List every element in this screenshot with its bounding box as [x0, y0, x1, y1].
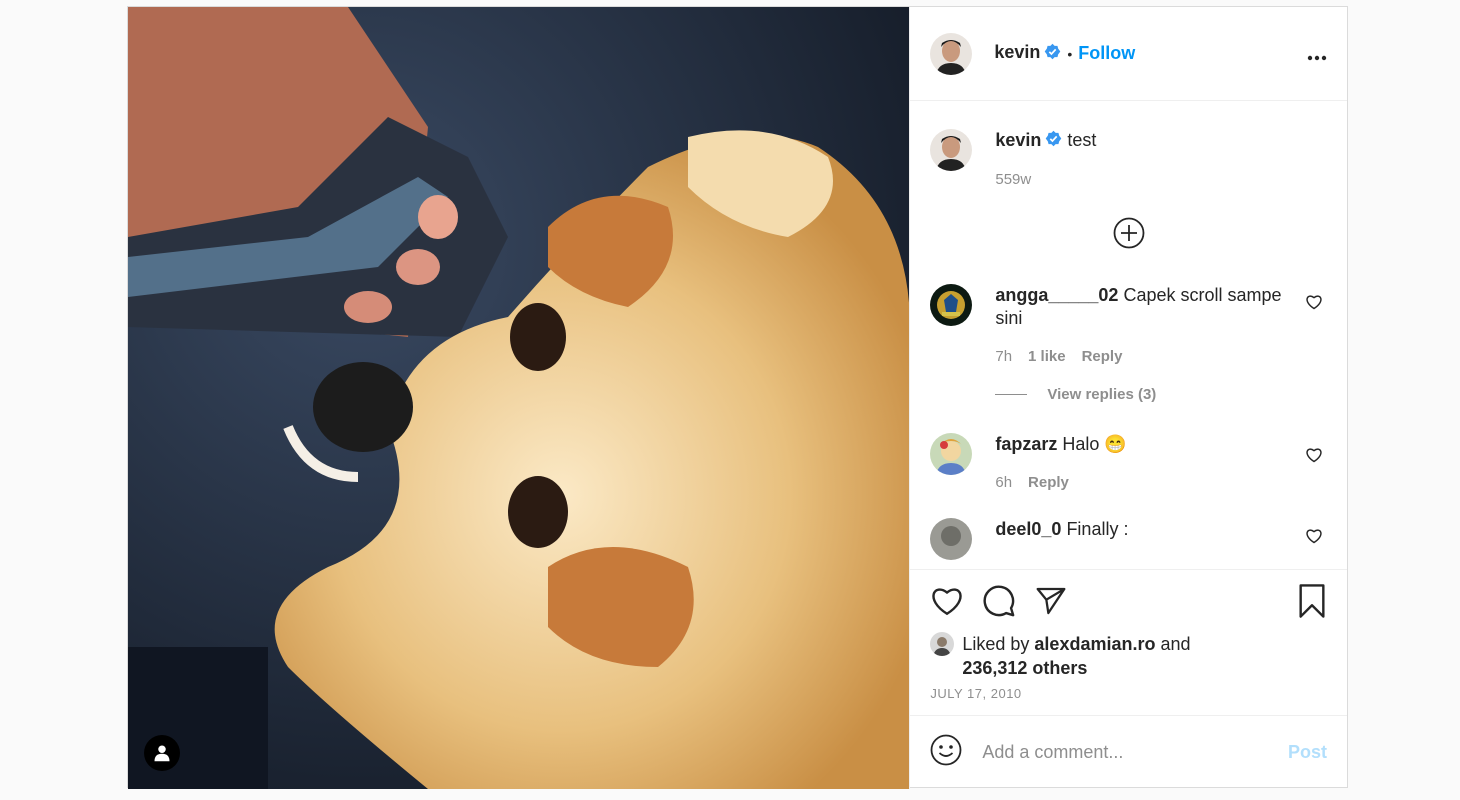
follow-button[interactable]: Follow — [1078, 43, 1135, 64]
header-username[interactable]: kevin — [994, 42, 1061, 64]
heart-icon[interactable] — [1305, 528, 1323, 549]
comment-text: Halo 😁 — [1062, 433, 1127, 454]
avatar[interactable] — [930, 32, 973, 75]
heart-icon[interactable] — [1305, 294, 1323, 315]
comments-list[interactable]: kevin test 559w angga_____02 Capek scrol… — [910, 101, 1347, 569]
plus-circle-icon[interactable] — [1113, 217, 1145, 254]
comment-item: deel0_0 Finally : — [930, 517, 1327, 560]
view-replies-label[interactable]: View replies (3) — [1047, 386, 1156, 403]
comment-username[interactable]: fapzarz — [995, 434, 1057, 454]
action-icons — [930, 582, 1327, 624]
post-image[interactable] — [128, 7, 910, 789]
comment-input[interactable] — [982, 742, 1288, 763]
comment-time[interactable]: 6h — [995, 471, 1012, 494]
view-replies-button[interactable]: View replies (3) — [995, 386, 1327, 403]
bookmark-icon[interactable] — [1297, 583, 1327, 623]
caption-time[interactable]: 559w — [995, 168, 1031, 191]
verified-badge-icon — [1045, 130, 1062, 153]
avatar[interactable] — [930, 517, 973, 560]
load-more-row — [930, 191, 1327, 284]
caption-text: test — [1067, 130, 1097, 150]
caption: kevin test 559w — [930, 129, 1327, 191]
comment-text: Finally : — [1066, 518, 1129, 539]
post-date[interactable]: JULY 17, 2010 — [930, 686, 1327, 701]
comment-likes[interactable]: 1 like — [1028, 345, 1066, 368]
user-tag-icon[interactable] — [144, 735, 180, 771]
likes-count[interactable]: 236,312 others — [962, 658, 1087, 678]
post-header: kevin • Follow — [910, 7, 1347, 101]
comment-composer: Post — [910, 715, 1347, 789]
comment-icon[interactable] — [982, 584, 1016, 623]
username-text[interactable]: kevin — [994, 42, 1040, 62]
avatar[interactable] — [930, 632, 955, 656]
likes-prefix: Liked by — [962, 634, 1030, 654]
post-card: kevin • Follow kevin test 559w angga____… — [127, 6, 1348, 789]
emoji-icon[interactable] — [930, 734, 962, 771]
verified-badge-icon — [1044, 43, 1061, 65]
likes-connector: and — [1160, 634, 1191, 654]
avatar[interactable] — [930, 432, 973, 475]
post-actions: Liked by alexdamian.ro and 236,312 other… — [910, 569, 1347, 715]
caption-username[interactable]: kevin — [995, 130, 1041, 150]
likes-summary: Liked by alexdamian.ro and 236,312 other… — [930, 632, 1327, 680]
avatar[interactable] — [930, 129, 973, 171]
comment-item: angga_____02 Capek scroll sampe sini 7h … — [930, 283, 1327, 368]
replies-divider — [995, 393, 1028, 395]
comment-item: fapzarz Halo 😁 6h Reply — [930, 432, 1327, 494]
reply-button[interactable]: Reply — [1082, 345, 1123, 368]
comment-username[interactable]: angga_____02 — [995, 285, 1118, 305]
liker-username[interactable]: alexdamian.ro — [1034, 634, 1155, 654]
post-sidebar: kevin • Follow kevin test 559w angga____… — [909, 7, 1347, 789]
avatar[interactable] — [930, 283, 973, 326]
post-button[interactable]: Post — [1288, 742, 1327, 763]
dog-photo — [128, 7, 910, 789]
paper-plane-icon[interactable] — [1034, 585, 1068, 622]
heart-icon[interactable] — [930, 585, 964, 622]
separator-dot: • — [1067, 45, 1073, 62]
comment-username[interactable]: deel0_0 — [995, 519, 1061, 539]
comment-time[interactable]: 7h — [995, 345, 1012, 368]
heart-icon[interactable] — [1305, 447, 1323, 468]
more-options-icon[interactable] — [1307, 41, 1327, 67]
reply-button[interactable]: Reply — [1028, 471, 1069, 494]
